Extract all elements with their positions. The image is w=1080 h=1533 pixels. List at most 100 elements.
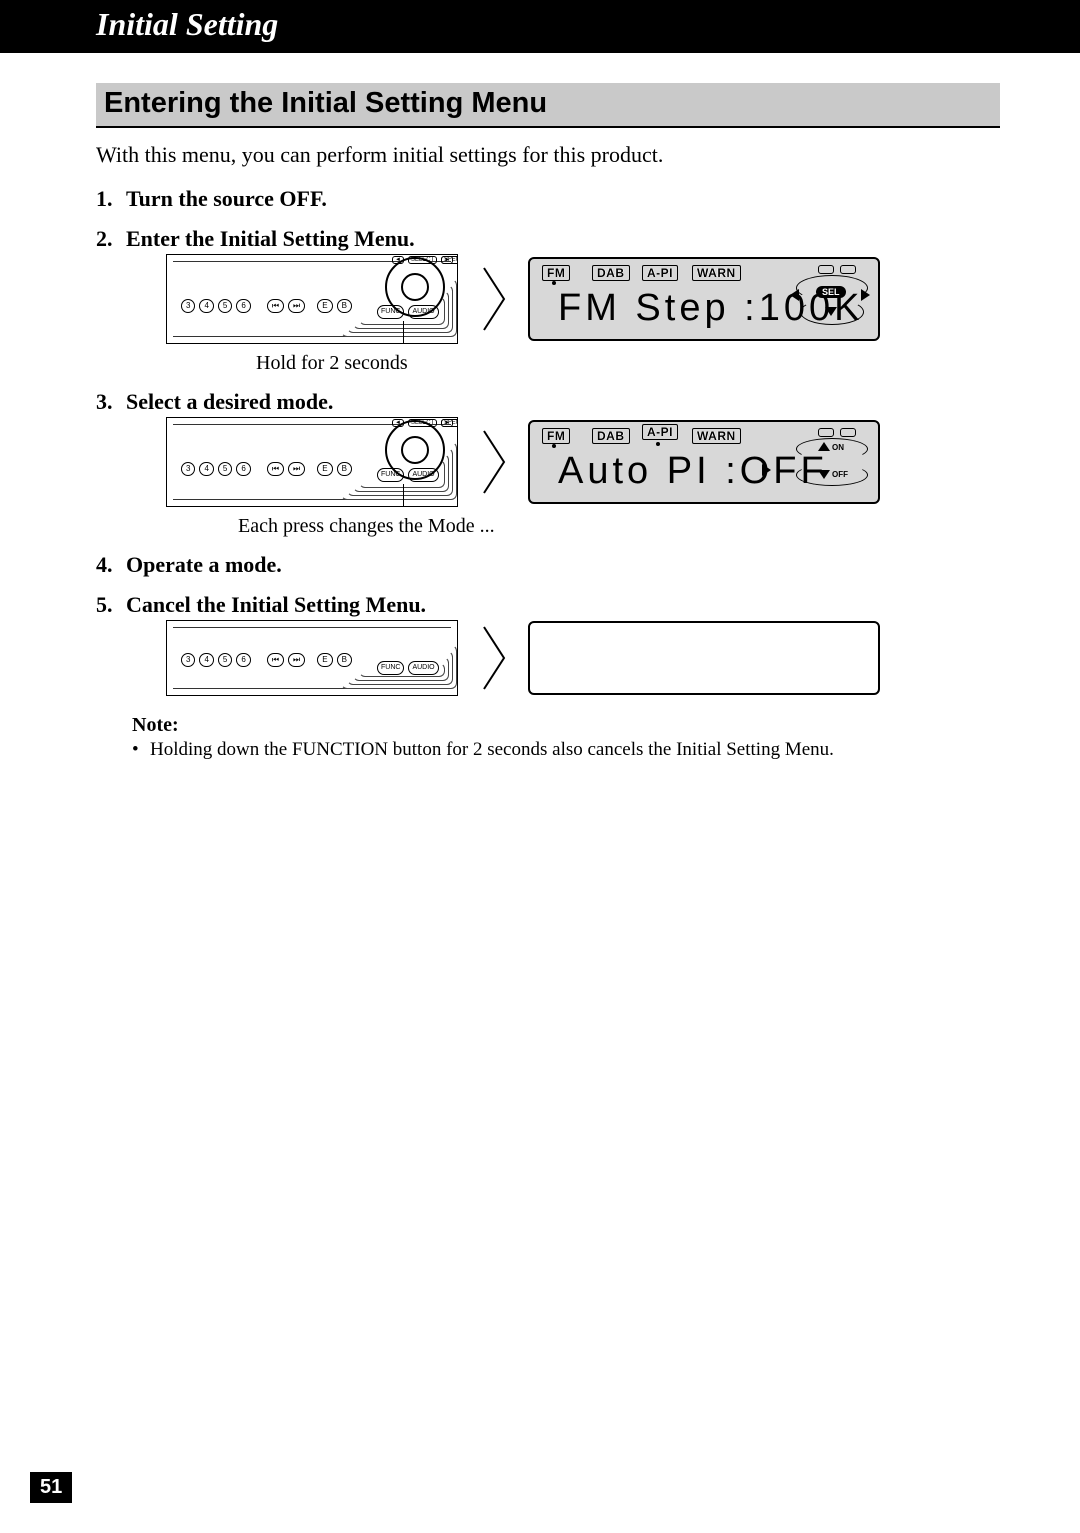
preset-buttons: 3 4 5 6 ⏮ ⏭ E B	[181, 299, 352, 313]
step-1-text: Turn the source OFF.	[126, 186, 327, 211]
right-triangle-icon	[861, 289, 870, 301]
api-tag: A-PI	[642, 424, 678, 440]
audio-button: AUDIO	[408, 661, 438, 675]
page-number: 51	[30, 1472, 72, 1503]
e-label: E	[317, 462, 332, 476]
on-label: ON	[832, 443, 844, 452]
left-triangle-icon	[790, 289, 799, 301]
step-2-text: Enter the Initial Setting Menu.	[126, 226, 415, 251]
step-3: Select a desired mode. ◄ SELECT ► SFEQ 3…	[96, 389, 1000, 538]
chapter-title-text: Initial Setting	[96, 6, 278, 42]
note-block: Note: Holding down the FUNCTION button f…	[132, 714, 1000, 761]
control-panel-step-5: 3 4 5 6 ⏮ ⏭ E B FUNC AUDIO	[166, 620, 458, 696]
lcd-right-cluster: ON OFF	[790, 428, 870, 494]
func-audio-buttons: FUNC AUDIO	[377, 661, 439, 675]
select-label: SELECT	[408, 419, 437, 427]
b-label: B	[337, 462, 352, 476]
skip-back-icon: ⏮	[267, 299, 284, 313]
lcd-display-step-3: FM DAB A-PI WARN Auto PI :OFF ON	[528, 420, 880, 504]
preset-6: 6	[236, 462, 250, 476]
lcd-display-blank	[528, 621, 880, 695]
right-triangle-icon	[762, 464, 771, 476]
e-label: E	[317, 299, 332, 313]
preset-buttons: 3 4 5 6 ⏮ ⏭ E B	[181, 653, 352, 667]
arrow-right-icon	[478, 264, 508, 334]
fm-tag: FM	[542, 265, 570, 281]
indicator-icon	[818, 428, 834, 437]
indicator-icon	[818, 265, 834, 274]
preset-6: 6	[236, 299, 250, 313]
audio-button: AUDIO	[408, 305, 438, 319]
note-item: Holding down the FUNCTION button for 2 s…	[132, 739, 1000, 761]
warn-tag: WARN	[692, 265, 741, 281]
page-content: Entering the Initial Setting Menu With t…	[0, 53, 1080, 761]
dot-icon	[656, 442, 660, 446]
preset-4: 4	[199, 653, 213, 667]
lcd-display-step-2: FM DAB A-PI WARN FM Step :100K SEL	[528, 257, 880, 341]
preset-3: 3	[181, 653, 195, 667]
b-label: B	[337, 299, 352, 313]
warn-tag: WARN	[692, 428, 741, 444]
preset-5: 5	[218, 299, 232, 313]
sfeq-label: SFEQ	[441, 419, 458, 427]
indicator-icon	[840, 265, 856, 274]
preset-3: 3	[181, 462, 195, 476]
preset-6: 6	[236, 653, 250, 667]
down-triangle-icon	[818, 470, 830, 479]
dab-tag: DAB	[592, 265, 630, 281]
sel-badge: SEL	[816, 286, 846, 298]
preset-5: 5	[218, 653, 232, 667]
lcd-main-text: Auto PI :OFF	[558, 450, 828, 493]
note-title: Note:	[132, 714, 1000, 737]
step-5-text: Cancel the Initial Setting Menu.	[126, 592, 426, 617]
sfeq-label: SFEQ	[441, 256, 458, 264]
func-audio-buttons: FUNC AUDIO	[377, 468, 439, 482]
preset-4: 4	[199, 462, 213, 476]
indicator-icon	[840, 428, 856, 437]
step-3-text: Select a desired mode.	[126, 389, 333, 414]
figure-step-3: ◄ SELECT ► SFEQ 3 4 5 6 ⏮ ⏭ E	[166, 417, 1000, 507]
skip-fwd-icon: ⏭	[288, 299, 305, 313]
step-1: Turn the source OFF.	[96, 186, 1000, 212]
step-2: Enter the Initial Setting Menu. ◄ SELECT…	[96, 226, 1000, 375]
steps-list: Turn the source OFF. Enter the Initial S…	[96, 186, 1000, 761]
preset-buttons: 3 4 5 6 ⏮ ⏭ E B	[181, 462, 352, 476]
skip-back-icon: ⏮	[267, 462, 284, 476]
arrow-right-icon	[478, 427, 508, 497]
dab-tag: DAB	[592, 428, 630, 444]
step-4: Operate a mode.	[96, 552, 1000, 578]
section-heading: Entering the Initial Setting Menu	[96, 83, 1000, 128]
up-triangle-icon	[818, 442, 830, 451]
skip-back-icon: ⏮	[267, 653, 284, 667]
pointer-line	[403, 484, 404, 507]
api-tag: A-PI	[642, 265, 678, 281]
caption-hold: Hold for 2 seconds	[256, 352, 1000, 375]
preset-5: 5	[218, 462, 232, 476]
step-4-text: Operate a mode.	[126, 552, 282, 577]
caption-each-press: Each press changes the Mode ...	[238, 515, 1000, 538]
step-5: Cancel the Initial Setting Menu. 3 4 5 6…	[96, 592, 1000, 761]
fm-tag: FM	[542, 428, 570, 444]
select-label: SELECT	[408, 256, 437, 264]
audio-button: AUDIO	[408, 468, 438, 482]
off-label: OFF	[832, 470, 848, 479]
preset-3: 3	[181, 299, 195, 313]
skip-fwd-icon: ⏭	[288, 653, 305, 667]
down-triangle-icon	[825, 307, 837, 316]
func-button: FUNC	[377, 305, 404, 319]
section-intro: With this menu, you can perform initial …	[96, 142, 1000, 168]
pointer-line	[403, 321, 404, 344]
figure-step-2: ◄ SELECT ► SFEQ 3 4 5 6 ⏮ ⏭ E	[166, 254, 1000, 344]
arrow-right-icon	[478, 623, 508, 693]
e-label: E	[317, 653, 332, 667]
func-audio-buttons: FUNC AUDIO	[377, 305, 439, 319]
section-heading-text: Entering the Initial Setting Menu	[104, 87, 547, 119]
skip-fwd-icon: ⏭	[288, 462, 305, 476]
func-button: FUNC	[377, 468, 404, 482]
func-button: FUNC	[377, 661, 404, 675]
control-panel-step-3: ◄ SELECT ► SFEQ 3 4 5 6 ⏮ ⏭ E	[166, 417, 458, 507]
lcd-right-cluster: SEL	[790, 265, 870, 331]
control-panel-step-2: ◄ SELECT ► SFEQ 3 4 5 6 ⏮ ⏭ E	[166, 254, 458, 344]
b-label: B	[337, 653, 352, 667]
dot-icon	[552, 281, 556, 285]
